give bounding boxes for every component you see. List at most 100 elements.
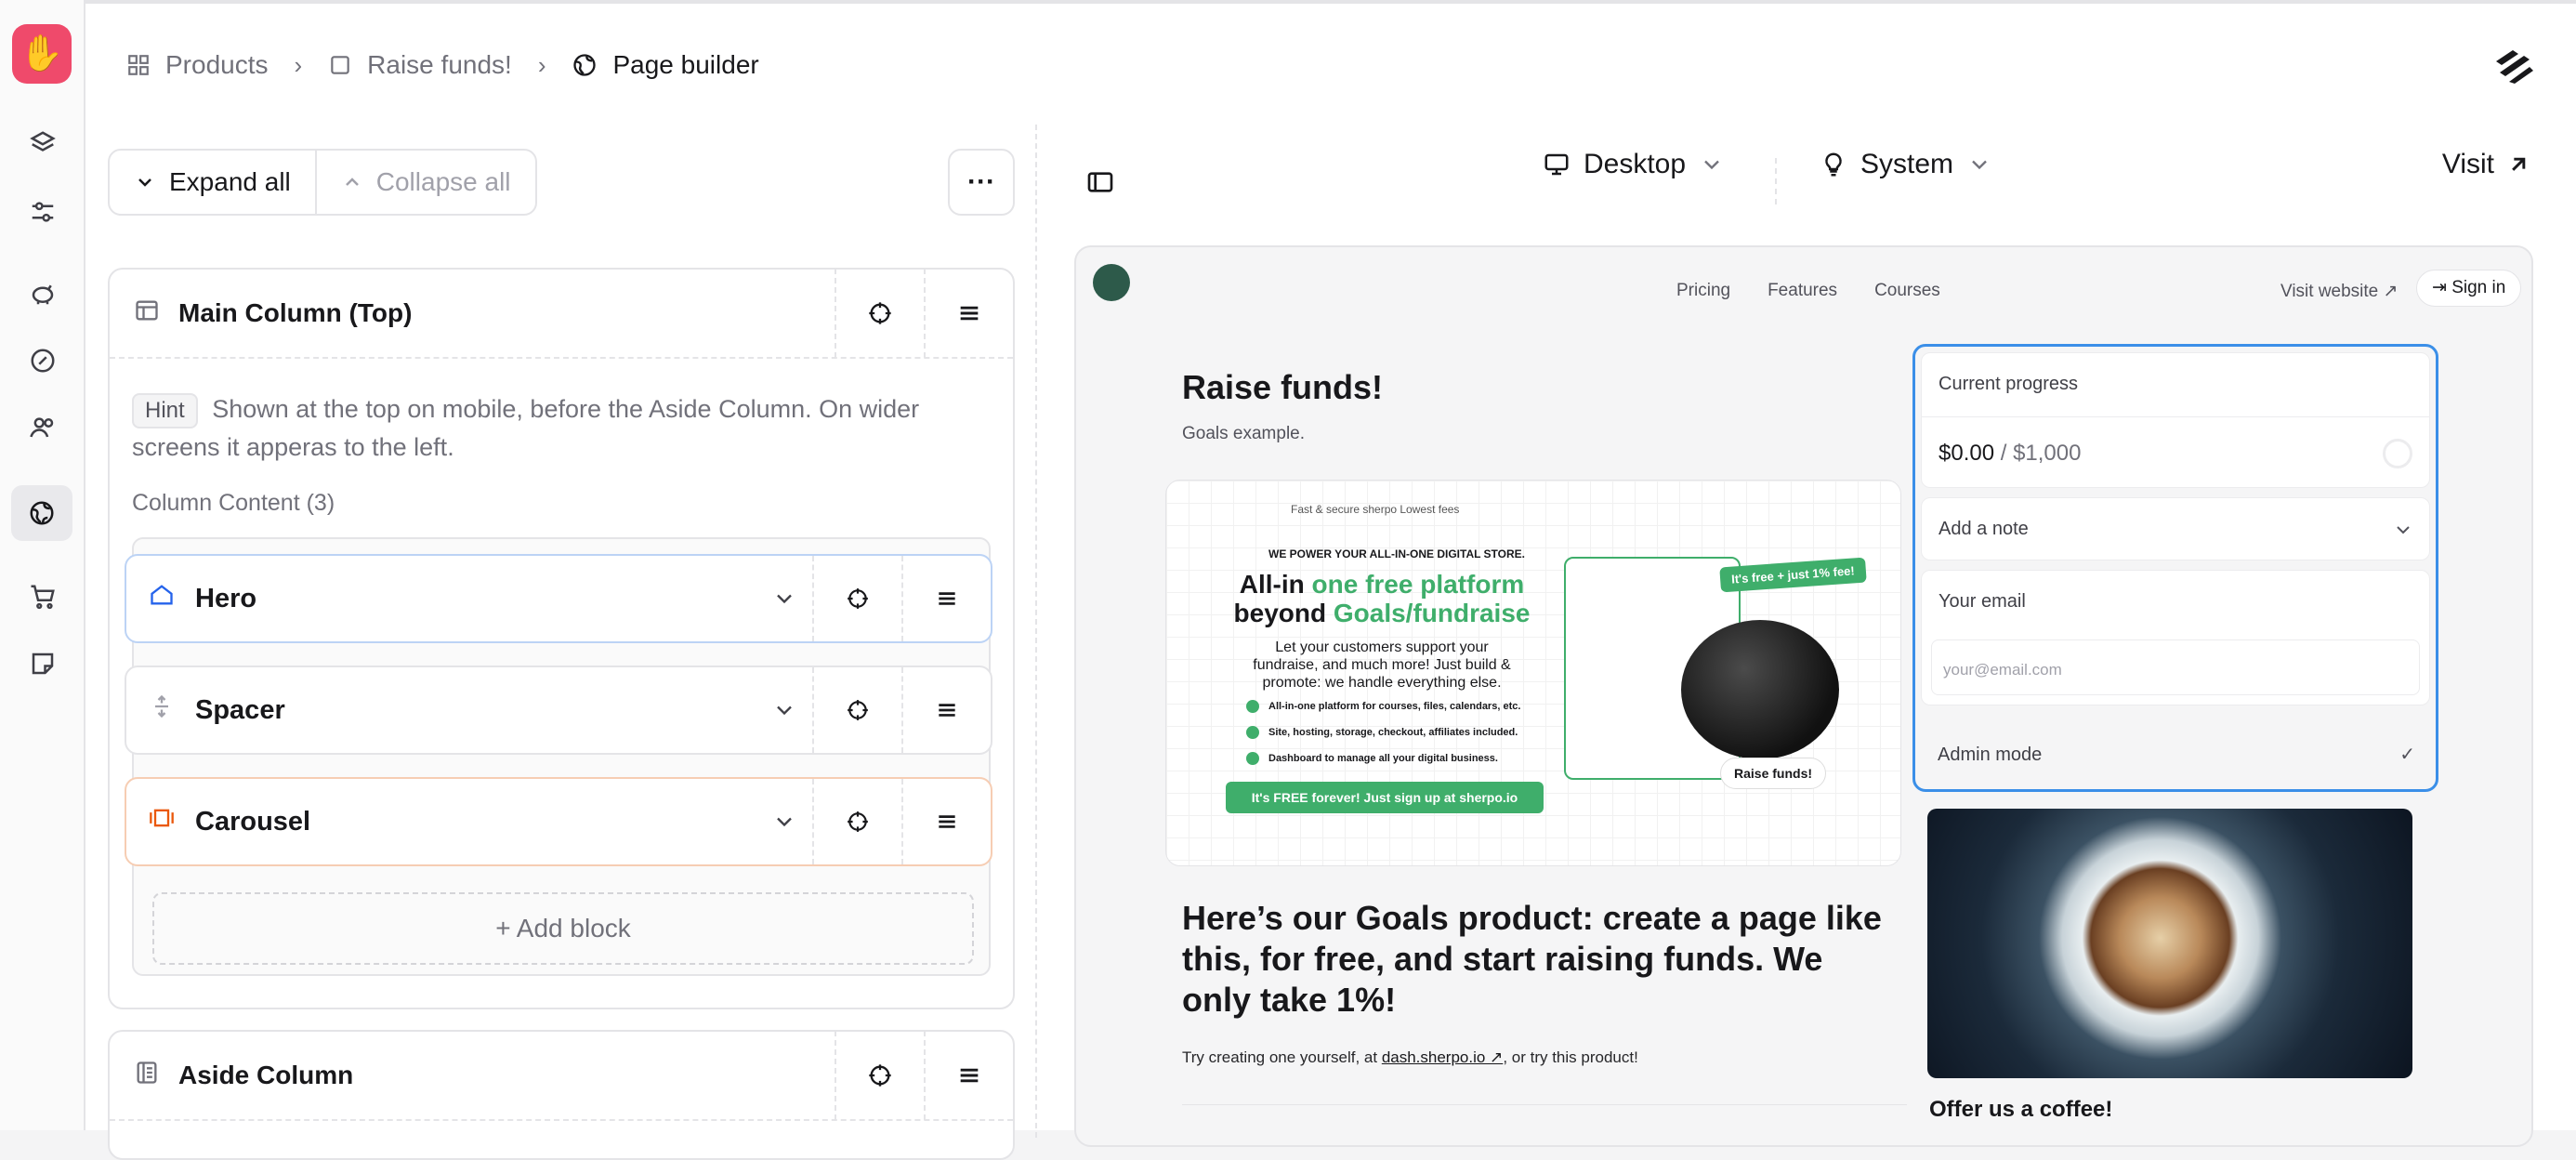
chevron-down-icon <box>1972 160 1987 170</box>
block-carousel-label: Carousel <box>195 806 311 837</box>
layout-icon <box>134 297 160 330</box>
note-icon[interactable] <box>22 643 63 684</box>
progress-card: Current progress $0.00 / $1,000 <box>1921 352 2430 488</box>
piggy-bank-icon[interactable] <box>22 273 63 314</box>
crosshair-icon[interactable] <box>812 667 901 753</box>
preview-subtitle: Goals example. <box>1182 424 1306 443</box>
drag-handle-icon[interactable] <box>901 556 991 641</box>
add-note-dropdown[interactable]: Add a note <box>1921 497 2430 560</box>
hint-text: Shown at the top on mobile, before the A… <box>132 395 920 461</box>
grid-icon <box>126 53 151 77</box>
chevron-right-icon: › <box>537 50 546 79</box>
more-options-button[interactable]: ··· <box>948 149 1015 216</box>
promo-headline: All-in one free platform beyond Goals/fu… <box>1233 570 1531 627</box>
nav-courses[interactable]: Courses <box>1874 281 1940 301</box>
badge-icon[interactable] <box>22 340 63 381</box>
column-content-label: Column Content (3) <box>132 490 335 516</box>
progress-label: Current progress <box>1939 374 2079 394</box>
email-card: Your email your@email.com <box>1921 570 2430 705</box>
progress-ring-icon <box>2383 439 2412 468</box>
aside-column-header: Aside Column <box>110 1031 1013 1121</box>
preview-title: Raise funds! <box>1182 368 1384 406</box>
dash-link[interactable]: dash.sherpo.io ↗ <box>1382 1048 1504 1066</box>
block-hero[interactable]: Hero <box>125 554 992 643</box>
users-icon[interactable] <box>22 407 63 448</box>
drag-handle-icon[interactable] <box>924 269 1013 358</box>
nav-pricing[interactable]: Pricing <box>1676 281 1730 301</box>
progress-amount: $0.00 / $1,000 <box>1939 441 2082 466</box>
sidebar-layout-icon <box>134 1060 160 1092</box>
theme-label: System <box>1860 149 1954 179</box>
sliders-icon[interactable] <box>22 191 63 232</box>
visit-website-link[interactable]: Visit website ↗ <box>2280 281 2398 302</box>
hint-tag: Hint <box>132 393 198 428</box>
chevron-down-icon <box>2397 526 2410 534</box>
carousel-icon <box>149 805 175 838</box>
breadcrumb-raise-funds[interactable]: Raise funds! <box>367 50 512 80</box>
promo-bullet: All-in-one platform for courses, files, … <box>1246 700 1520 713</box>
expand-all-button[interactable]: Expand all <box>110 151 315 214</box>
promo-bullet: Dashboard to manage all your digital bus… <box>1246 752 1498 765</box>
panel-divider[interactable] <box>1035 125 1037 1138</box>
breadcrumb-products[interactable]: Products <box>165 50 269 80</box>
chevron-down-icon[interactable] <box>756 809 812 835</box>
block-carousel[interactable]: Carousel <box>125 777 992 866</box>
goal-widget[interactable]: Current progress $0.00 / $1,000 Add a no… <box>1912 344 2438 792</box>
preview-nav: Pricing Features Courses Visit website ↗… <box>1076 268 2531 314</box>
chevron-up-icon <box>345 178 359 186</box>
promo-kicker: WE POWER YOUR ALL-IN-ONE DIGITAL STORE. <box>1268 547 1526 560</box>
email-label: Your email <box>1939 591 2026 612</box>
add-note-label: Add a note <box>1939 519 2029 539</box>
sign-in-button[interactable]: ⇥ Sign in <box>2416 270 2522 307</box>
globe-icon[interactable] <box>11 485 72 541</box>
arrow-up-right-icon <box>2512 157 2526 171</box>
chevron-right-icon: › <box>294 50 303 79</box>
block-hero-label: Hero <box>195 583 257 613</box>
main-column-panel: Main Column (Top) Hint Shown at the top … <box>108 268 1015 1009</box>
theme-select[interactable]: System <box>1820 149 1992 180</box>
email-input[interactable]: your@email.com <box>1931 639 2420 695</box>
hand-logo-icon[interactable]: ✋ <box>12 24 72 84</box>
chevron-down-icon <box>138 178 151 187</box>
admin-mode-label: Admin mode <box>1938 745 2043 765</box>
chevron-down-icon[interactable] <box>756 697 812 723</box>
chevron-down-icon <box>1704 160 1719 170</box>
preview-headline: Here’s our Goals product: create a page … <box>1182 899 1882 1019</box>
toggle-sidebar-icon[interactable] <box>1085 167 1115 202</box>
promo-image: Fast & secure sherpo Lowest fees WE POWE… <box>1165 480 1901 866</box>
page-preview[interactable]: Pricing Features Courses Visit website ↗… <box>1074 245 2533 1147</box>
drag-handle-icon[interactable] <box>901 667 991 753</box>
cart-icon[interactable] <box>22 576 63 617</box>
block-spacer[interactable]: Spacer <box>125 666 992 755</box>
crosshair-icon[interactable] <box>835 1031 924 1120</box>
breadcrumb-page-builder: Page builder <box>612 50 759 79</box>
preview-divider <box>1182 1104 1907 1105</box>
coffee-image <box>1927 809 2412 1078</box>
visit-button[interactable]: Visit <box>2442 149 2531 180</box>
block-spacer-label: Spacer <box>195 694 285 725</box>
preview-try-text: Try creating one yourself, at dash.sherp… <box>1182 1048 1638 1066</box>
toolbar-divider <box>1775 158 1777 204</box>
piggy-bank-illustration <box>1681 620 1839 759</box>
crosshair-icon[interactable] <box>812 556 901 641</box>
visit-label: Visit <box>2441 149 2494 179</box>
home-icon <box>149 582 175 615</box>
chevron-down-icon[interactable] <box>756 586 812 612</box>
crosshair-icon[interactable] <box>812 779 901 864</box>
offer-coffee-title: Offer us a coffee! <box>1929 1097 2113 1122</box>
promo-raise-badge: Raise funds! <box>1720 758 1827 789</box>
expand-collapse-group: Expand all Collapse all <box>108 149 537 216</box>
globe-icon <box>572 52 598 78</box>
collapse-all-button[interactable]: Collapse all <box>314 151 535 214</box>
drag-handle-icon[interactable] <box>901 779 991 864</box>
layers-icon[interactable] <box>22 123 63 164</box>
check-icon[interactable]: ✓ <box>2399 743 2415 766</box>
crosshair-icon[interactable] <box>835 269 924 358</box>
nav-features[interactable]: Features <box>1768 281 1837 301</box>
add-block-button[interactable]: + Add block <box>152 892 974 965</box>
drag-handle-icon[interactable] <box>924 1031 1013 1120</box>
device-label: Desktop <box>1584 149 1687 179</box>
device-select[interactable]: Desktop <box>1543 149 1725 180</box>
promo-cta: It's FREE forever! Just sign up at sherp… <box>1226 782 1544 813</box>
breadcrumb: Products › Raise funds! › Page builder <box>126 50 759 80</box>
